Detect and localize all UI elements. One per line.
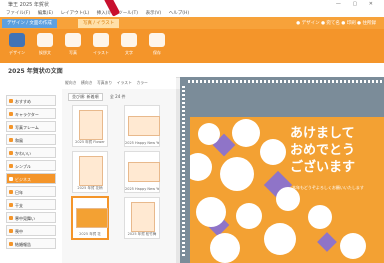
sidebar-item[interactable]: 喪中 xyxy=(6,225,56,236)
sidebar-item[interactable]: キャラクター xyxy=(6,108,56,119)
template-card[interactable]: 2025 Happy New Year xyxy=(124,105,160,147)
template-thumbnail xyxy=(131,202,155,232)
menu-layout[interactable]: レイアウト(L) xyxy=(61,10,90,16)
menu-file[interactable]: ファイル(F) xyxy=(6,10,30,16)
greeting-icon xyxy=(37,33,53,47)
tab-photo[interactable]: 写真 / イラスト xyxy=(78,19,120,28)
greeting-subtext[interactable]: 本年もどうぞよろしくお願いいたします xyxy=(292,185,364,191)
design-button[interactable]: デザイン xyxy=(6,33,28,59)
filter-color[interactable]: カラー xyxy=(136,80,147,86)
app-window: 筆王 2025 年賀状 — ▢ ✕ ファイル(F) 編集(E) レイアウト(L)… xyxy=(0,0,384,263)
sidebar-item[interactable]: シンプル xyxy=(6,160,56,171)
menu-insert[interactable]: 挿入(I) xyxy=(97,10,111,16)
flower-shape xyxy=(260,139,286,165)
greeting-line-3: ございます xyxy=(290,160,356,175)
menu-help[interactable]: ヘルプ(H) xyxy=(169,10,189,16)
text-button[interactable]: 文字 xyxy=(118,33,140,59)
save-button[interactable]: 保存 xyxy=(146,33,168,59)
filter-illust[interactable]: イラスト xyxy=(117,80,132,86)
template-caption: 2025 Happy New Year xyxy=(125,187,159,191)
tab-design[interactable]: デザイン / 文面の作成 xyxy=(2,19,57,28)
leaf-shape xyxy=(317,232,337,252)
design-icon xyxy=(9,33,25,47)
flower-shape xyxy=(190,153,212,181)
filter-photo[interactable]: 写真あり xyxy=(97,80,112,86)
category-sidebar: おすすめ キャラクター 写真フレーム 和風 かわいい シンプル ビジネス 巳年 … xyxy=(0,77,63,263)
template-card[interactable]: 2025 年賀 松竹梅 xyxy=(124,197,160,239)
template-card-selected[interactable]: 2025 年賀 花 xyxy=(72,197,108,239)
template-caption: 2025 年賀 花 xyxy=(79,232,101,236)
greeting-text[interactable]: あけまして おめでとう ございます xyxy=(290,125,355,176)
sidebar-item[interactable]: 結婚報告 xyxy=(6,238,56,249)
flower-shape xyxy=(340,233,366,259)
menu-edit[interactable]: 編集(E) xyxy=(38,10,53,16)
sidebar-item[interactable]: 干支 xyxy=(6,199,56,210)
flower-shape xyxy=(196,197,226,227)
template-card[interactable]: 2025 Happy New Year xyxy=(124,151,160,193)
flower-shape xyxy=(308,205,332,229)
canvas-toolbar xyxy=(180,64,384,78)
save-label: 保存 xyxy=(153,50,161,55)
sidebar-item-selected[interactable]: ビジネス xyxy=(6,173,56,184)
window-title: 筆王 2025 年賀状 xyxy=(8,2,49,8)
flower-shape xyxy=(220,157,254,191)
illust-icon xyxy=(93,33,109,47)
menu-tools[interactable]: ツール(T) xyxy=(118,10,138,16)
mode-status: ● デザイン ● 宛て名 ● 印刷 ● 住所録 xyxy=(296,21,376,26)
template-thumbnail xyxy=(76,208,108,228)
menu-view[interactable]: 表示(V) xyxy=(146,10,162,16)
template-card[interactable]: 2025 年賀 Flower xyxy=(72,105,108,147)
greeting-line-1: あけまして xyxy=(290,126,355,141)
sidebar-item[interactable]: おすすめ xyxy=(6,95,56,106)
greeting-label: 挨拶文 xyxy=(39,50,51,55)
sidebar-item[interactable]: 巳年 xyxy=(6,186,56,197)
illust-label: イラスト xyxy=(93,50,109,55)
sidebar-item[interactable]: 寒中見舞い xyxy=(6,212,56,223)
template-caption: 2025 年賀 Flower xyxy=(75,140,105,144)
photo-button[interactable]: 写真 xyxy=(62,33,84,59)
photo-icon xyxy=(65,33,81,47)
section-title: 2025 年賀状の文面 xyxy=(8,68,63,75)
template-caption: 2025 Happy New Year xyxy=(125,141,159,145)
filter-landscape[interactable]: 横向き xyxy=(81,80,92,86)
template-caption: 2025 年賀 花柄 xyxy=(77,186,103,190)
template-gallery: 並び順: 新着順 全 24 件 2025 年賀 Flower 2025 Happ… xyxy=(62,89,178,263)
sidebar-item[interactable]: 和風 xyxy=(6,134,56,145)
greeting-line-2: おめでとう xyxy=(290,143,356,158)
result-count: 全 24 件 xyxy=(109,94,126,99)
text-label: 文字 xyxy=(125,50,133,55)
illust-button[interactable]: イラスト xyxy=(90,33,112,59)
greeting-button[interactable]: 挨拶文 xyxy=(34,33,56,59)
template-thumbnail xyxy=(128,162,160,182)
photo-label: 写真 xyxy=(69,50,77,55)
toolbar: デザイン 挨拶文 写真 イラスト 文字 保存 xyxy=(0,29,384,63)
window-controls[interactable]: — ▢ ✕ xyxy=(336,1,378,7)
template-caption: 2025 年賀 松竹梅 xyxy=(127,232,157,236)
flower-shape xyxy=(210,233,240,263)
text-icon xyxy=(121,33,137,47)
template-thumbnail xyxy=(128,116,160,136)
gallery-header: 並び順: 新着順 全 24 件 xyxy=(68,93,170,101)
filter-portrait[interactable]: 縦向き xyxy=(65,80,76,86)
flower-shape xyxy=(232,119,260,147)
template-card[interactable]: 2025 年賀 花柄 xyxy=(72,151,108,193)
vertical-ruler xyxy=(182,86,185,256)
flower-shape xyxy=(236,203,262,229)
template-thumbnail xyxy=(79,110,103,140)
sort-dropdown[interactable]: 並び順: 新着順 xyxy=(68,93,103,101)
ribbon-tabs: デザイン / 文面の作成 写真 / イラスト ● デザイン ● 宛て名 ● 印刷… xyxy=(0,17,384,29)
horizontal-ruler xyxy=(188,80,384,83)
sidebar-item[interactable]: かわいい xyxy=(6,147,56,158)
design-label: デザイン xyxy=(9,50,25,55)
flower-shape xyxy=(264,223,296,255)
sidebar-item[interactable]: 写真フレーム xyxy=(6,121,56,132)
save-icon xyxy=(149,33,165,47)
flower-shape xyxy=(198,123,220,145)
template-thumbnail xyxy=(79,156,103,186)
